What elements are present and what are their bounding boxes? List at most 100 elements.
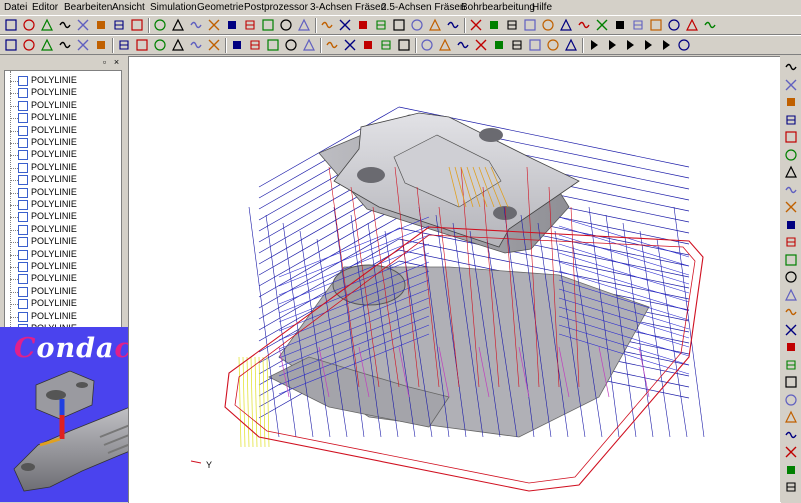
pan-icon[interactable] (438, 38, 452, 52)
tree-item[interactable]: POLYLINIE (5, 174, 121, 186)
tree-item[interactable]: POLYLINIE (5, 199, 121, 211)
measure-icon[interactable] (153, 38, 167, 52)
move-icon[interactable] (420, 38, 434, 52)
checkbox[interactable] (18, 274, 28, 285)
checkbox[interactable] (18, 175, 28, 186)
end-icon[interactable] (659, 38, 673, 52)
tree-item[interactable]: POLYLINIE (5, 286, 121, 298)
toolpath-d-icon[interactable] (374, 18, 388, 32)
square-icon[interactable] (784, 375, 798, 389)
circle-b-icon[interactable] (784, 218, 798, 232)
menu-datei[interactable]: Datei (4, 1, 27, 14)
triangle-icon[interactable] (784, 95, 798, 109)
new-file-icon[interactable] (4, 18, 18, 32)
drill-b-icon[interactable] (667, 18, 681, 32)
tree-item[interactable]: POLYLINIE (5, 211, 121, 223)
tree-item[interactable]: POLYLINIE (5, 75, 121, 87)
node-b-icon[interactable] (22, 38, 36, 52)
play-icon[interactable] (587, 38, 601, 52)
curve-icon[interactable] (784, 340, 798, 354)
line-b-icon[interactable] (784, 130, 798, 144)
menu-ansicht[interactable]: Ansicht (112, 1, 145, 14)
view-left-icon[interactable] (189, 18, 203, 32)
zoom-b-icon[interactable] (474, 38, 488, 52)
menu-postprozessor[interactable]: Postprozessor (244, 1, 308, 14)
grid-icon[interactable] (613, 18, 627, 32)
checkbox[interactable] (18, 299, 28, 310)
cut-c-icon[interactable] (325, 38, 339, 52)
open-folder-icon[interactable] (22, 18, 36, 32)
circle-c-icon[interactable] (784, 410, 798, 424)
checkbox[interactable] (18, 88, 28, 99)
line-a-icon[interactable] (784, 113, 798, 127)
spline-icon[interactable] (784, 270, 798, 284)
line-c-icon[interactable] (784, 148, 798, 162)
menu-geometrie[interactable]: Geometrie (197, 1, 244, 14)
help-icon[interactable] (130, 18, 144, 32)
zoom-a-icon[interactable] (456, 38, 470, 52)
hand-a-icon[interactable] (207, 38, 221, 52)
cut-a-icon[interactable] (284, 38, 298, 52)
link-icon[interactable] (58, 38, 72, 52)
view-iso-icon[interactable] (261, 18, 275, 32)
arc-b-icon[interactable] (784, 253, 798, 267)
checkbox[interactable] (18, 262, 28, 272)
close-icon[interactable]: × (112, 58, 121, 67)
copy-obj-icon[interactable] (171, 38, 185, 52)
menu-simulation[interactable]: Simulation (150, 1, 197, 14)
view-bottom-icon[interactable] (243, 18, 257, 32)
view-back-icon[interactable] (171, 18, 185, 32)
checkbox[interactable] (18, 311, 28, 322)
toolpath-c-icon[interactable] (356, 18, 370, 32)
node-a-icon[interactable] (4, 38, 18, 52)
toolpath-b-icon[interactable] (338, 18, 352, 32)
tree-item[interactable]: POLYLINIE (5, 311, 121, 323)
rect-icon[interactable] (595, 18, 609, 32)
dots-a-icon[interactable] (784, 288, 798, 302)
tree-item[interactable]: POLYLINIE (5, 87, 121, 99)
snap-a-icon[interactable] (189, 38, 203, 52)
checkbox[interactable] (18, 138, 28, 148)
arc-a-icon[interactable] (784, 235, 798, 249)
checkbox[interactable] (18, 249, 28, 260)
save-icon[interactable] (40, 18, 54, 32)
tree-item[interactable]: POLYLINIE (5, 236, 121, 248)
skip-icon[interactable] (641, 38, 655, 52)
wave-d-icon[interactable] (523, 18, 537, 32)
circle-d-icon[interactable] (784, 428, 798, 442)
spiral-icon[interactable] (541, 18, 555, 32)
print-icon[interactable] (112, 18, 126, 32)
tree-item[interactable]: POLYLINIE (5, 162, 121, 174)
stop-icon[interactable] (677, 38, 691, 52)
tree-item[interactable]: POLYLINIE (5, 149, 121, 161)
wave-c-icon[interactable] (505, 18, 519, 32)
view-iso3-icon[interactable] (297, 18, 311, 32)
cut-b-icon[interactable] (302, 38, 316, 52)
view-front-icon[interactable] (153, 18, 167, 32)
object-tree[interactable]: POLYLINIE POLYLINIE POLYLINIE POLYLINIE POLY… (4, 70, 122, 344)
zoom-fit-icon[interactable] (564, 38, 578, 52)
wave-a-icon[interactable] (469, 18, 483, 32)
tree-item[interactable]: POLYLINIE (5, 100, 121, 112)
tree-item[interactable]: POLYLINIE (5, 298, 121, 310)
tree-item[interactable]: POLYLINIE (5, 224, 121, 236)
play-step-icon[interactable] (605, 38, 619, 52)
circle-e-icon[interactable] (784, 445, 798, 459)
checkbox[interactable] (18, 125, 28, 136)
cut-icon[interactable] (58, 18, 72, 32)
view-right-icon[interactable] (207, 18, 221, 32)
tree-item[interactable]: POLYLINIE (5, 112, 121, 124)
dots-b-icon[interactable] (784, 305, 798, 319)
checkbox[interactable] (18, 187, 28, 198)
toolpath-g-icon[interactable] (428, 18, 442, 32)
tree-item[interactable]: POLYLINIE (5, 125, 121, 137)
checkbox[interactable] (18, 76, 28, 86)
tree-item[interactable]: POLYLINIE (5, 261, 121, 273)
checkbox[interactable] (18, 113, 28, 124)
node-c-icon[interactable] (94, 38, 108, 52)
circle-g-icon[interactable] (784, 480, 798, 494)
cross-a-icon[interactable] (784, 165, 798, 179)
checkbox[interactable] (18, 200, 28, 210)
line-d-icon[interactable] (784, 323, 798, 337)
circle-icon[interactable] (559, 18, 573, 32)
